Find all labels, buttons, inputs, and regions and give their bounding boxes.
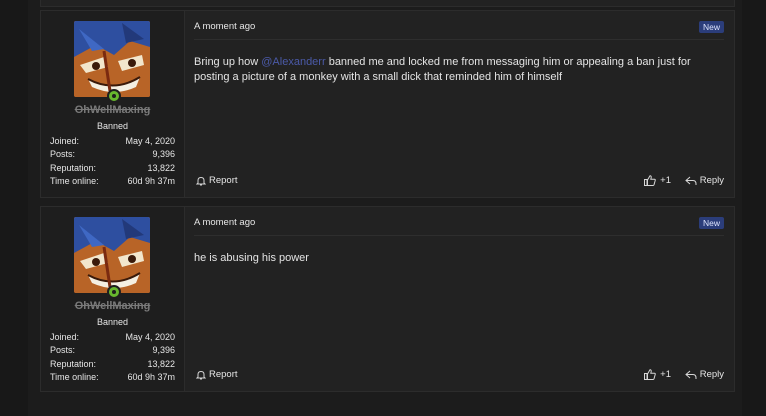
stat-value: 9,396 (152, 345, 175, 356)
stat-posts: Posts: 9,396 (50, 148, 175, 161)
thumbs-up-icon (644, 175, 656, 186)
post-body: he is abusing his power (194, 252, 309, 264)
stat-label: Reputation: (50, 358, 97, 369)
previous-post-edge (40, 0, 735, 7)
user-stats: Joined: May 4, 2020 Posts: 9,396 Reputat… (50, 135, 175, 188)
stat-time-online: Time online: 60d 9h 37m (50, 371, 175, 384)
stat-reputation: Reputation: 13,822 (50, 162, 175, 175)
username[interactable]: OhWellMaxing (41, 300, 184, 312)
stat-joined: Joined: May 4, 2020 (50, 135, 175, 148)
user-stats: Joined: May 4, 2020 Posts: 9,396 Reputat… (50, 331, 175, 384)
stat-label: Time online: (50, 175, 99, 186)
post-text: Bring up how (194, 56, 262, 68)
post-timestamp[interactable]: A moment ago (194, 21, 255, 32)
new-badge: New (698, 21, 724, 33)
new-badge: New (698, 217, 724, 229)
like-button[interactable]: +1 (644, 369, 671, 380)
user-info-panel: OhWellMaxing Banned Joined: May 4, 2020 … (41, 11, 185, 197)
divider (194, 39, 724, 40)
stat-label: Joined: (50, 332, 80, 342)
stat-value: May 4, 2020 (125, 136, 175, 146)
post: OhWellMaxing Banned Joined: May 4, 2020 … (40, 10, 735, 198)
username[interactable]: OhWellMaxing (41, 104, 184, 116)
bell-icon (196, 370, 206, 380)
reply-button[interactable]: Reply (684, 369, 724, 380)
stat-label: Joined: (50, 136, 80, 146)
like-button[interactable]: +1 (644, 175, 671, 186)
user-role: Banned (96, 121, 129, 131)
stat-label: Time online: (50, 371, 99, 382)
post-timestamp[interactable]: A moment ago (194, 217, 255, 228)
bell-icon (196, 176, 206, 186)
report-label: Report (209, 175, 238, 186)
post-body: Bring up how @Alexanderr banned me and l… (194, 55, 718, 85)
stat-value: May 4, 2020 (125, 332, 175, 342)
report-label: Report (209, 369, 238, 380)
report-button[interactable]: Report (196, 175, 238, 186)
reply-arrow-icon (684, 176, 697, 186)
stat-label: Posts: (50, 149, 76, 160)
stat-reputation: Reputation: 13,822 (50, 358, 175, 371)
post-content: A moment ago New he is abusing his power… (194, 207, 724, 391)
user-info-panel: OhWellMaxing Banned Joined: May 4, 2020 … (41, 207, 185, 391)
stat-posts: Posts: 9,396 (50, 344, 175, 357)
stat-value: 60d 9h 37m (127, 175, 175, 186)
user-role: Banned (96, 317, 129, 327)
stat-label: Reputation: (50, 162, 97, 173)
stat-time-online: Time online: 60d 9h 37m (50, 175, 175, 188)
user-mention-link[interactable]: @Alexanderr (261, 56, 325, 68)
post-content: A moment ago New Bring up how @Alexander… (194, 11, 724, 197)
post: OhWellMaxing Banned Joined: May 4, 2020 … (40, 206, 735, 392)
divider (194, 235, 724, 236)
report-button[interactable]: Report (196, 369, 238, 380)
reply-arrow-icon (684, 370, 697, 380)
post-actions: Report +1 Reply (194, 369, 724, 383)
stat-value: 9,396 (152, 149, 175, 160)
stat-value: 13,822 (147, 162, 175, 173)
reply-label: Reply (699, 175, 724, 186)
like-count: +1 (660, 369, 671, 380)
stat-value: 13,822 (147, 358, 175, 369)
stat-joined: Joined: May 4, 2020 (50, 331, 175, 344)
thumbs-up-icon (644, 369, 656, 380)
stat-label: Posts: (50, 345, 76, 356)
post-actions: Report +1 Reply (194, 175, 724, 189)
reply-button[interactable]: Reply (684, 175, 724, 186)
like-count: +1 (660, 175, 671, 186)
avatar[interactable] (74, 217, 150, 293)
online-status-icon (107, 285, 121, 299)
stat-value: 60d 9h 37m (127, 371, 175, 382)
reply-label: Reply (699, 369, 724, 380)
online-status-icon (107, 89, 121, 103)
avatar[interactable] (74, 21, 150, 97)
